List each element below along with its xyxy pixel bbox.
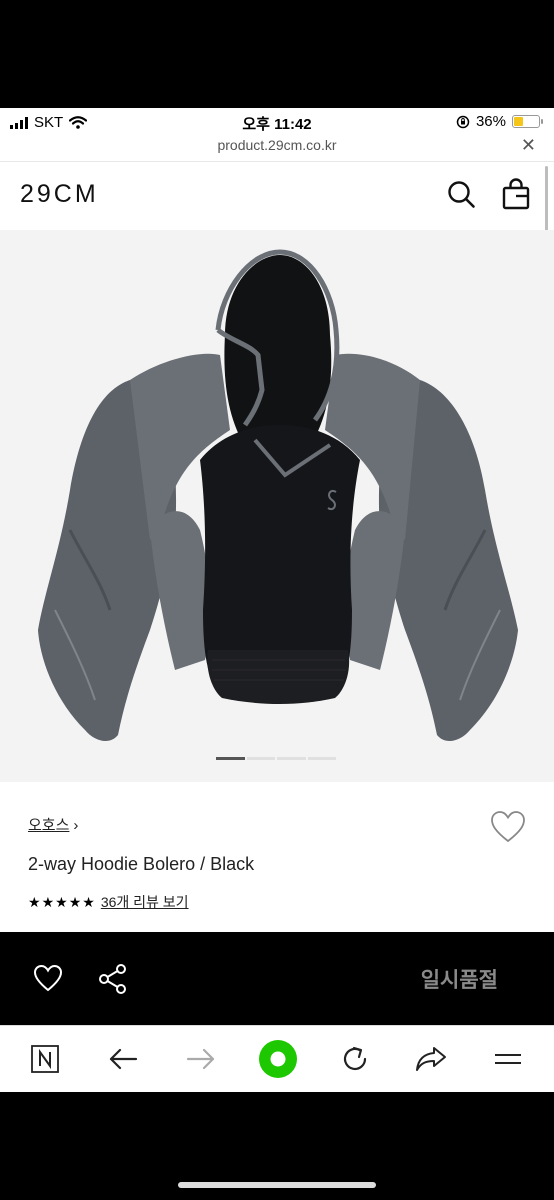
product-title: 2-way Hoodie Bolero / Black — [28, 854, 255, 874]
status-right: 36% — [456, 113, 543, 130]
close-icon[interactable]: ✕ — [521, 135, 536, 156]
site-header: 29CM — [0, 162, 554, 230]
share-icon[interactable] — [98, 963, 128, 995]
product-info: 오호스 › 2-way Hoodie Bolero / Black ★ ★ ★ ★ ★ 3… — [0, 782, 554, 932]
forward-arrow-icon[interactable] — [184, 1042, 218, 1076]
menu-icon[interactable] — [491, 1042, 525, 1076]
product-image-carousel[interactable] — [0, 230, 554, 782]
rating-stars: ★ ★ ★ ★ ★ — [28, 895, 95, 909]
back-arrow-glyph — [109, 1048, 138, 1070]
top-bezel — [0, 0, 554, 108]
sold-out-label: 일시품절 — [420, 969, 498, 992]
carousel-dot[interactable] — [216, 757, 245, 760]
battery-icon — [512, 115, 543, 128]
chevron-right-icon: › — [73, 817, 79, 834]
review-link[interactable]: 36개 리뷰 보기 — [101, 892, 189, 912]
brand-link[interactable]: 오호스 › — [28, 814, 78, 835]
url-bar[interactable]: product.29cm.co.kr ✕ — [0, 135, 554, 162]
star-icon: ★ — [82, 894, 95, 910]
url-text[interactable]: product.29cm.co.kr — [0, 137, 554, 153]
back-arrow-icon[interactable] — [106, 1042, 140, 1076]
brand-name[interactable]: 오호스 — [28, 817, 69, 834]
forward-arrow-glyph — [186, 1048, 215, 1070]
battery-fill — [514, 117, 523, 126]
battery-percent: 36% — [475, 113, 506, 130]
status-bar: SKT 오후 11:42 36% — [0, 108, 554, 136]
naver-n-icon — [31, 1045, 59, 1073]
wishlist-heart-icon[interactable] — [490, 810, 526, 844]
rating-row: ★ ★ ★ ★ ★ 36개 리뷰 보기 — [28, 892, 189, 912]
home-indicator[interactable] — [178, 1182, 376, 1188]
purchase-action-bar: 일시품절 — [0, 932, 554, 1025]
star-icon: ★ — [41, 894, 55, 910]
carousel-dot[interactable] — [277, 757, 306, 760]
carousel-indicator[interactable] — [216, 757, 336, 760]
carousel-dot[interactable] — [246, 757, 275, 760]
search-icon[interactable] — [446, 179, 476, 209]
star-icon: ★ — [68, 894, 82, 910]
carousel-dot[interactable] — [307, 757, 336, 760]
reload-icon[interactable] — [338, 1042, 372, 1076]
star-icon: ★ — [55, 894, 68, 910]
star-icon: ★ — [28, 894, 41, 910]
green-dot-glyph — [259, 1040, 297, 1078]
product-photo-hoodie-bolero[interactable] — [0, 230, 554, 782]
green-circle-icon[interactable] — [258, 1039, 298, 1079]
browser-toolbar — [0, 1025, 554, 1092]
reload-glyph — [343, 1046, 367, 1071]
naver-icon[interactable] — [28, 1042, 62, 1076]
share-arrow-icon[interactable] — [414, 1042, 448, 1076]
menu-lines-glyph — [495, 1054, 521, 1064]
site-logo[interactable]: 29CM — [20, 180, 99, 209]
heart-icon[interactable] — [33, 964, 63, 992]
shopping-bag-icon[interactable] — [502, 178, 530, 210]
orientation-lock-icon — [456, 115, 470, 128]
share-arrow-glyph — [416, 1047, 446, 1071]
